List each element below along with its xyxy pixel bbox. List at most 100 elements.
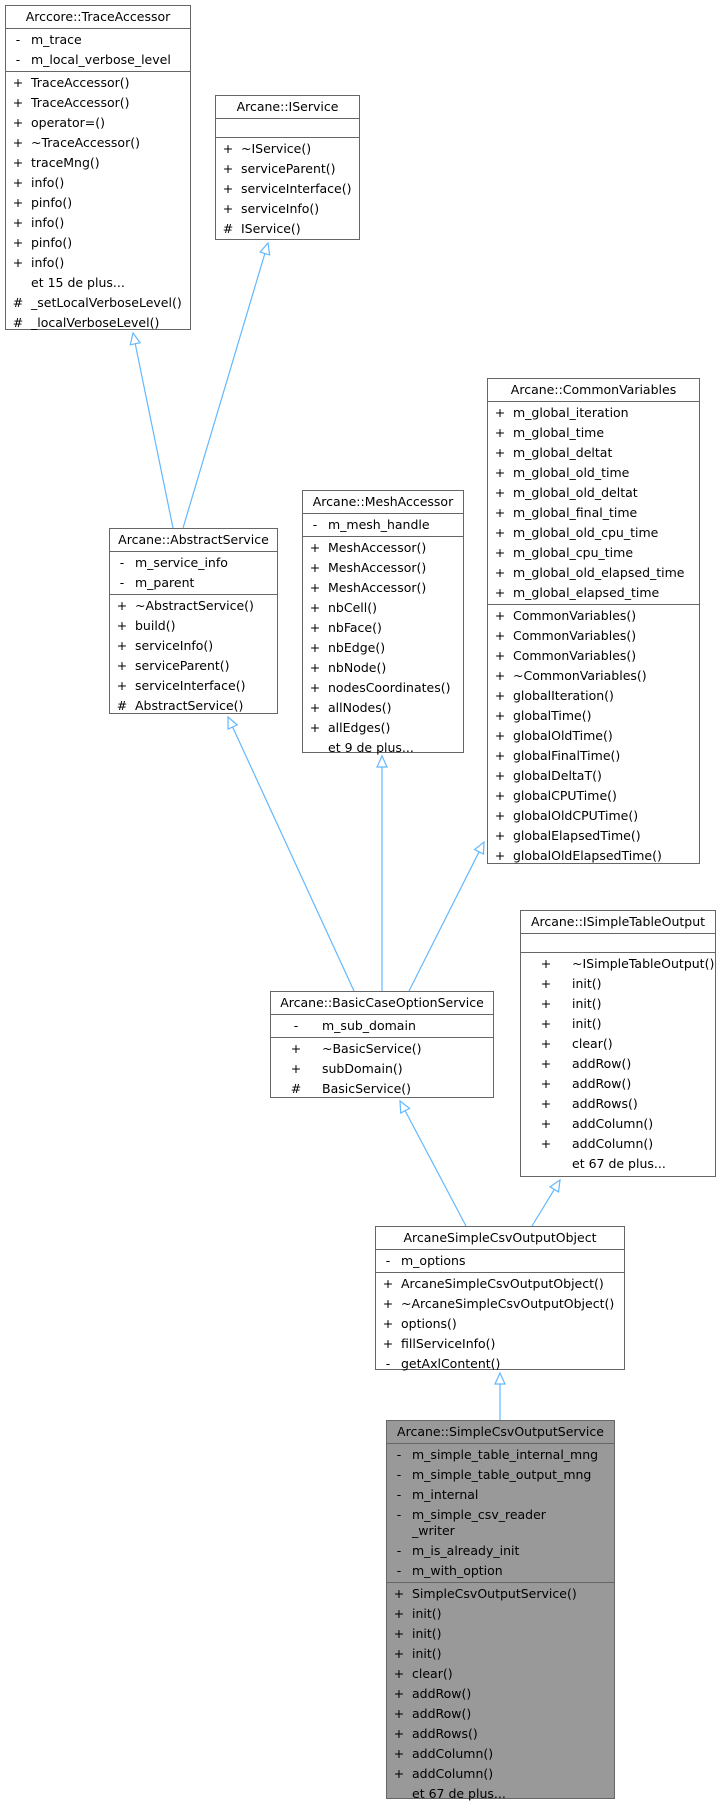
method-row[interactable]: + operator=() <box>6 113 190 133</box>
method-row[interactable]: + addRow() <box>521 1074 715 1094</box>
method-row[interactable]: + allNodes() <box>303 698 463 718</box>
attribute-row[interactable]: + m_global_old_deltat <box>488 483 699 503</box>
attribute-row[interactable]: + m_global_old_cpu_time <box>488 523 699 543</box>
method-row[interactable]: + init() <box>387 1624 614 1644</box>
attribute-row[interactable]: - m_mesh_handle <box>303 515 463 535</box>
class-title[interactable]: ArcaneSimpleCsvOutputObject <box>376 1227 624 1250</box>
method-row[interactable]: - getAxlContent() <box>376 1354 624 1374</box>
attribute-row[interactable]: - m_sub_domain <box>271 1016 493 1036</box>
class-abstract-service[interactable]: Arcane::AbstractService - m_service_info - m… <box>109 528 278 714</box>
method-row[interactable]: + serviceInfo() <box>110 636 277 656</box>
attribute-row[interactable]: - m_local_verbose_level <box>6 50 190 70</box>
method-row[interactable]: + globalCPUTime() <box>488 786 699 806</box>
method-row[interactable]: + addRow() <box>521 1054 715 1074</box>
attribute-row[interactable]: - m_with_option <box>387 1561 614 1581</box>
class-title[interactable]: Arcane::AbstractService <box>110 529 277 552</box>
method-row[interactable]: + addColumn() <box>387 1744 614 1764</box>
method-row[interactable]: + ~IService() <box>216 139 359 159</box>
method-row[interactable]: + globalOldElapsedTime() <box>488 846 699 866</box>
method-row[interactable]: + MeshAccessor() <box>303 578 463 598</box>
class-title[interactable]: Arcane::MeshAccessor <box>303 491 463 514</box>
class-trace-accessor[interactable]: Arccore::TraceAccessor - m_trace - m_local_v… <box>5 5 191 330</box>
method-row[interactable]: + globalOldTime() <box>488 726 699 746</box>
class-title[interactable]: Arccore::TraceAccessor <box>6 6 190 29</box>
method-row[interactable]: + options() <box>376 1314 624 1334</box>
class-mesh-accessor[interactable]: Arcane::MeshAccessor - m_mesh_handle+ MeshA… <box>302 490 464 755</box>
method-row[interactable]: + init() <box>521 994 715 1014</box>
method-row[interactable]: + globalTime() <box>488 706 699 726</box>
method-row[interactable]: + serviceParent() <box>110 656 277 676</box>
method-row[interactable]: + nbFace() <box>303 618 463 638</box>
method-row[interactable]: # IService() <box>216 219 359 239</box>
class-title[interactable]: Arcane::ISimpleTableOutput <box>521 911 715 934</box>
class-title[interactable]: Arcane::IService <box>216 96 359 119</box>
method-row[interactable]: + CommonVariables() <box>488 626 699 646</box>
method-row[interactable]: # _localVerboseLevel() <box>6 313 190 333</box>
method-row[interactable]: + serviceInterface() <box>216 179 359 199</box>
class-simple-csv-output-service[interactable]: Arcane::SimpleCsvOutputService - m_simple_… <box>386 1420 615 1801</box>
attribute-row[interactable]: + m_global_iteration <box>488 403 699 423</box>
method-row[interactable]: + fillServiceInfo() <box>376 1334 624 1354</box>
method-row[interactable]: + serviceParent() <box>216 159 359 179</box>
method-row[interactable]: + addColumn() <box>387 1764 614 1784</box>
method-row[interactable]: + info() <box>6 213 190 233</box>
method-row[interactable]: + nbEdge() <box>303 638 463 658</box>
method-row[interactable]: + init() <box>521 1014 715 1034</box>
attribute-row[interactable]: - m_service_info <box>110 553 277 573</box>
method-row[interactable]: + info() <box>6 173 190 193</box>
method-row[interactable]: + ~ArcaneSimpleCsvOutputObject() <box>376 1294 624 1314</box>
method-row[interactable]: # _setLocalVerboseLevel() <box>6 293 190 313</box>
attribute-row[interactable]: - m_is_already_init <box>387 1541 614 1561</box>
method-row[interactable]: + TraceAccessor() <box>6 93 190 113</box>
attribute-row[interactable]: + m_global_deltat <box>488 443 699 463</box>
method-row[interactable]: + TraceAccessor() <box>6 73 190 93</box>
method-row[interactable]: + MeshAccessor() <box>303 558 463 578</box>
method-row[interactable]: + subDomain() <box>271 1059 493 1079</box>
class-arcane-simple-csv-output-object[interactable]: ArcaneSimpleCsvOutputObject - m_options + Ar… <box>375 1226 625 1371</box>
method-row[interactable]: + addColumn() <box>521 1114 715 1134</box>
method-row[interactable]: + addRows() <box>387 1724 614 1744</box>
method-row[interactable]: + ~TraceAccessor() <box>6 133 190 153</box>
method-row[interactable]: + allEdges() <box>303 718 463 738</box>
method-row[interactable]: + init() <box>387 1644 614 1664</box>
method-row[interactable]: + init() <box>521 974 715 994</box>
class-basic-case-option-service[interactable]: Arcane::BasicCaseOptionService - m_sub_dom… <box>270 991 494 1098</box>
attribute-row[interactable]: - m_options <box>376 1251 624 1271</box>
attribute-row[interactable]: + m_global_elapsed_time <box>488 583 699 603</box>
method-row[interactable]: + nbCell() <box>303 598 463 618</box>
method-row[interactable]: + addRows() <box>521 1094 715 1114</box>
method-row[interactable]: et 9 de plus... <box>303 738 463 758</box>
attribute-row[interactable]: - m_parent <box>110 573 277 593</box>
method-row[interactable]: + globalOldCPUTime() <box>488 806 699 826</box>
method-row[interactable]: et 67 de plus... <box>387 1784 614 1804</box>
attribute-row[interactable]: - m_trace <box>6 30 190 50</box>
class-iservice[interactable]: Arcane::IService+ ~IService() + servicePare… <box>215 95 360 240</box>
attribute-row[interactable]: + m_global_old_time <box>488 463 699 483</box>
class-common-variables[interactable]: Arcane::CommonVariables + m_global_iterati… <box>487 378 700 864</box>
method-row[interactable]: + nbNode() <box>303 658 463 678</box>
method-row[interactable]: + info() <box>6 253 190 273</box>
method-row[interactable]: + clear() <box>521 1034 715 1054</box>
method-row[interactable]: + pinfo() <box>6 233 190 253</box>
method-row[interactable]: + addColumn() <box>521 1134 715 1154</box>
method-row[interactable]: + build() <box>110 616 277 636</box>
attribute-row[interactable]: + m_global_cpu_time <box>488 543 699 563</box>
method-row[interactable]: + SimpleCsvOutputService() <box>387 1584 614 1604</box>
method-row[interactable]: + ~CommonVariables() <box>488 666 699 686</box>
method-row[interactable]: # BasicService() <box>271 1079 493 1099</box>
method-row[interactable]: et 67 de plus... <box>521 1154 715 1174</box>
attribute-row[interactable]: + m_global_time <box>488 423 699 443</box>
class-title[interactable]: Arcane::BasicCaseOptionService <box>271 992 493 1015</box>
method-row[interactable]: + globalIteration() <box>488 686 699 706</box>
method-row[interactable]: + ~BasicService() <box>271 1039 493 1059</box>
method-row[interactable]: + pinfo() <box>6 193 190 213</box>
method-row[interactable]: + globalFinalTime() <box>488 746 699 766</box>
method-row[interactable]: + addRow() <box>387 1684 614 1704</box>
attribute-row[interactable]: - m_simple_table_output_mng <box>387 1465 614 1485</box>
method-row[interactable]: # AbstractService() <box>110 696 277 716</box>
method-row[interactable]: + CommonVariables() <box>488 646 699 666</box>
method-row[interactable]: + ArcaneSimpleCsvOutputObject() <box>376 1274 624 1294</box>
method-row[interactable]: + globalDeltaT() <box>488 766 699 786</box>
class-title[interactable]: Arcane::CommonVariables <box>488 379 699 402</box>
method-row[interactable]: + MeshAccessor() <box>303 538 463 558</box>
